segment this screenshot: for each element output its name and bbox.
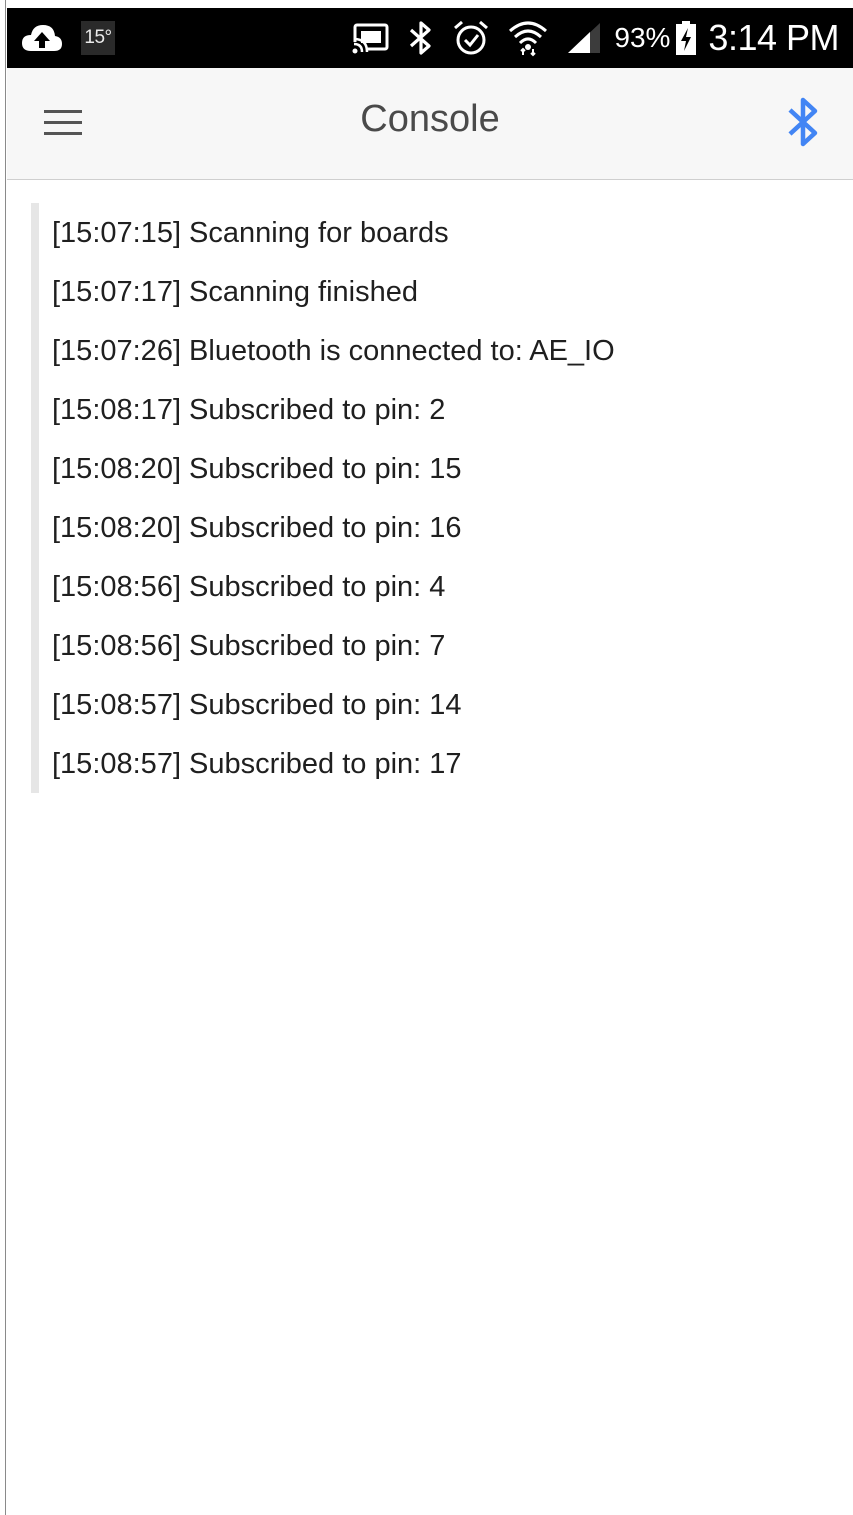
frame-edge (0, 0, 6, 1515)
status-clock: 3:14 PM (708, 17, 839, 58)
bluetooth-icon (788, 97, 818, 147)
battery-percentage: 93% (614, 22, 671, 53)
wifi-icon (508, 19, 548, 57)
temperature-badge: 15° (81, 21, 115, 55)
alarm-icon (452, 19, 490, 57)
cloud-upload-icon (21, 23, 63, 53)
signal-icon (566, 21, 602, 55)
cast-icon (352, 22, 390, 54)
page-title: Console (360, 98, 500, 140)
app-bar: Console (7, 68, 853, 180)
log-line: [15:07:17] Scanning finished (52, 276, 418, 308)
battery-charging-icon (676, 21, 697, 55)
log-line: [15:08:20] Subscribed to pin: 16 (52, 512, 462, 544)
log-line: [15:08:57] Subscribed to pin: 17 (52, 748, 462, 780)
console-log: [15:07:15] Scanning for boards [15:07:17… (31, 203, 831, 793)
log-line: [15:08:56] Subscribed to pin: 7 (52, 630, 446, 662)
status-bar: 15° 93% 3:14 PM (7, 8, 853, 68)
status-bar-right: 93% 3:14 PM (334, 8, 839, 68)
bluetooth-icon (408, 20, 434, 56)
bluetooth-button[interactable] (773, 92, 833, 152)
log-line: [15:08:56] Subscribed to pin: 4 (52, 571, 446, 603)
log-line: [15:07:26] Bluetooth is connected to: AE… (52, 335, 615, 367)
log-line: [15:08:20] Subscribed to pin: 15 (52, 453, 462, 485)
status-bar-left: 15° (21, 8, 115, 68)
log-line: [15:07:15] Scanning for boards (52, 217, 449, 249)
log-line: [15:08:17] Subscribed to pin: 2 (52, 394, 446, 426)
log-line: [15:08:57] Subscribed to pin: 14 (52, 689, 462, 721)
